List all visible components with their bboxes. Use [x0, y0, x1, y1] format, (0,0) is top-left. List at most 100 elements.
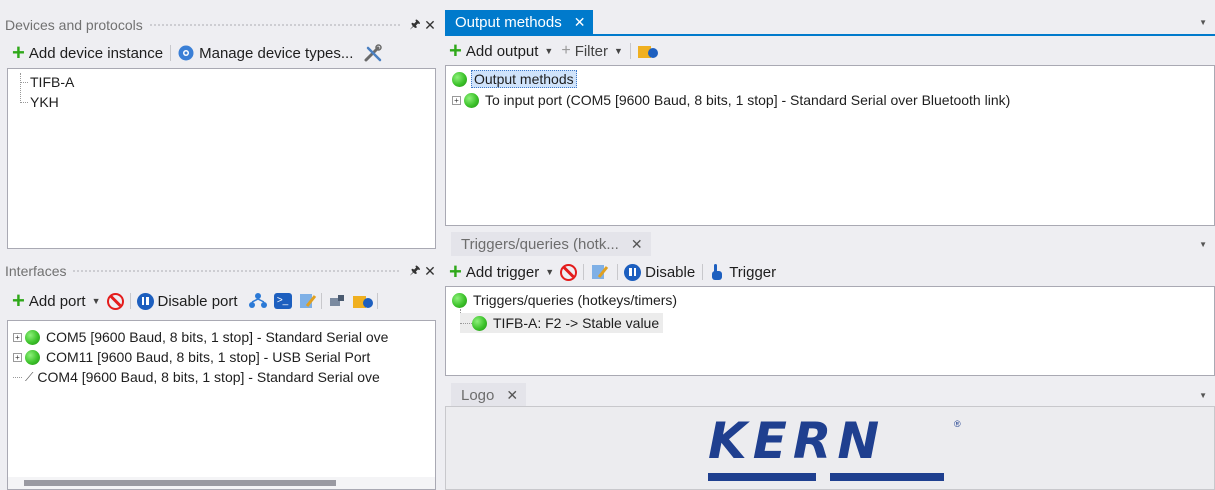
device-label: TIFB-A	[30, 74, 75, 90]
tab-underline	[445, 34, 1215, 36]
toolbar-separator	[129, 293, 131, 309]
pause-icon	[624, 263, 642, 281]
close-icon[interactable]: ✕	[506, 387, 518, 404]
hand-pointer-icon	[712, 264, 723, 280]
devices-toolbar: + Add device instance Manage device type…	[8, 40, 440, 66]
chevron-down-icon[interactable]: ▼	[614, 46, 623, 56]
manage-device-types-button[interactable]: Manage device types...	[177, 44, 353, 62]
plug-icon: ⟋	[25, 369, 34, 384]
add-device-instance-label: Add device instance	[28, 44, 164, 62]
triggers-tree[interactable]: Triggers/queries (hotkeys/timers) TIFB-A…	[445, 286, 1215, 376]
pin-icon[interactable]: 🖈	[408, 15, 422, 36]
edit-list-icon[interactable]	[590, 263, 610, 281]
triggers-root-label: Triggers/queries (hotkeys/timers)	[473, 292, 678, 308]
wrench-screwdriver-icon	[364, 44, 383, 62]
tab-output-methods[interactable]: Output methods ✕	[445, 10, 594, 34]
tree-item-device[interactable]: TIFB-A	[20, 72, 74, 92]
horizontal-scrollbar[interactable]	[8, 477, 435, 489]
status-green-icon	[464, 92, 479, 108]
close-icon[interactable]: ✕	[574, 14, 586, 31]
interfaces-panel-header: Interfaces 🖈 ✕	[0, 258, 440, 284]
chevron-down-icon[interactable]: ▼	[545, 267, 554, 277]
stop-icon[interactable]	[106, 292, 124, 310]
tree-root-output-methods[interactable]: Output methods	[452, 69, 577, 89]
tab-label: Output methods	[455, 13, 562, 31]
add-device-instance-button[interactable]: + Add device instance	[12, 40, 164, 65]
pin-icon[interactable]: 🖈	[408, 261, 422, 282]
tree-item-interface[interactable]: + COM5 [9600 Baud, 8 bits, 1 stop] - Sta…	[13, 327, 388, 347]
tab-menu-chevron-icon[interactable]: ▼	[1199, 391, 1207, 400]
output-item-label: To input port (COM5 [9600 Baud, 8 bits, …	[485, 92, 1011, 108]
tree-item-trigger[interactable]: TIFB-A: F2 -> Stable value	[460, 313, 664, 333]
disable-port-button[interactable]: Disable port	[136, 292, 238, 310]
toolbar-separator	[617, 264, 619, 280]
toolbar-separator	[376, 293, 378, 309]
interfaces-panel-title: Interfaces	[5, 263, 67, 279]
logo-panel: Logo ✕ ▼ KERN ®	[445, 380, 1215, 490]
toolbar-separator	[702, 264, 704, 280]
tab-menu-chevron-icon[interactable]: ▼	[1199, 18, 1207, 27]
status-green-icon	[25, 329, 40, 345]
scrollbar-thumb[interactable]	[24, 480, 336, 486]
device-connect-icon[interactable]	[328, 292, 346, 310]
trigger-label: Trigger	[729, 263, 777, 281]
close-icon[interactable]: ✕	[422, 263, 438, 280]
filter-plus-icon: +	[561, 42, 571, 59]
status-green-icon	[452, 292, 467, 308]
triggers-panel: Triggers/queries (hotk... ✕ ▼ + Add trig…	[445, 230, 1215, 376]
close-icon[interactable]: ✕	[422, 17, 438, 34]
edit-list-icon[interactable]	[298, 292, 318, 310]
gear-globe-icon	[178, 45, 194, 61]
tools-button[interactable]	[363, 43, 383, 63]
tree-root-triggers[interactable]: Triggers/queries (hotkeys/timers)	[452, 290, 677, 310]
output-toolbar: + Add output ▼ + Filter ▼	[445, 38, 1215, 64]
tree-item-device[interactable]: YKH	[20, 92, 59, 112]
chevron-down-icon[interactable]: ▼	[544, 46, 553, 56]
tab-triggers-queries[interactable]: Triggers/queries (hotk... ✕	[451, 232, 651, 256]
tree-item-output[interactable]: + To input port (COM5 [9600 Baud, 8 bits…	[452, 90, 1010, 110]
disable-trigger-button[interactable]: Disable	[624, 263, 695, 281]
filter-label: Filter	[574, 42, 609, 60]
output-tree[interactable]: Output methods + To input port (COM5 [96…	[445, 65, 1215, 226]
device-label: YKH	[30, 94, 59, 110]
stop-icon[interactable]	[560, 263, 578, 281]
expand-icon[interactable]: +	[13, 352, 22, 362]
output-root-label: Output methods	[471, 70, 577, 88]
close-icon[interactable]: ✕	[631, 236, 643, 253]
tab-menu-chevron-icon[interactable]: ▼	[1199, 240, 1207, 249]
pause-icon	[136, 292, 154, 310]
add-port-button[interactable]: + Add port ▼	[12, 290, 101, 312]
trigger-item-label: TIFB-A: F2 -> Stable value	[493, 315, 660, 331]
output-panel: Output methods ✕ ▼ + Add output ▼ + Filt…	[445, 0, 1215, 226]
fire-trigger-button[interactable]: Trigger	[709, 263, 776, 281]
plus-icon: +	[12, 40, 25, 65]
devices-panel-title: Devices and protocols	[5, 17, 143, 33]
logo-bar	[830, 473, 944, 481]
tree-item-interface[interactable]: ⟋ COM4 [9600 Baud, 8 bits, 1 stop] - Sta…	[13, 367, 380, 387]
toolbar-separator	[320, 293, 322, 309]
network-icon[interactable]	[248, 292, 268, 310]
expand-icon[interactable]: +	[452, 95, 461, 105]
chevron-down-icon[interactable]: ▼	[92, 296, 101, 306]
add-port-label: Add port	[28, 292, 86, 310]
add-output-button[interactable]: + Add output ▼	[449, 38, 553, 63]
plus-icon: +	[449, 38, 462, 63]
package-icon[interactable]	[637, 42, 659, 60]
package-icon[interactable]	[352, 292, 374, 310]
add-output-label: Add output	[465, 42, 539, 60]
filter-button[interactable]: + Filter ▼	[561, 42, 623, 60]
add-trigger-button[interactable]: + Add trigger ▼	[449, 261, 554, 283]
expand-icon[interactable]: +	[13, 332, 22, 342]
panel-grip[interactable]	[148, 22, 400, 28]
panel-grip[interactable]	[72, 268, 400, 274]
terminal-icon[interactable]: >_	[273, 293, 292, 309]
interfaces-tree[interactable]: + COM5 [9600 Baud, 8 bits, 1 stop] - Sta…	[7, 320, 436, 490]
tab-logo[interactable]: Logo ✕	[451, 383, 527, 407]
interface-label: COM5 [9600 Baud, 8 bits, 1 stop] - Stand…	[46, 329, 389, 345]
logo-area: KERN ®	[445, 406, 1215, 490]
tree-item-interface[interactable]: + COM11 [9600 Baud, 8 bits, 1 stop] - US…	[13, 347, 370, 367]
devices-tree[interactable]: TIFB-A YKH	[7, 68, 436, 249]
devices-panel-header: Devices and protocols 🖈 ✕	[0, 12, 440, 38]
add-trigger-label: Add trigger	[465, 263, 540, 281]
interface-label: COM4 [9600 Baud, 8 bits, 1 stop] - Stand…	[37, 369, 380, 385]
